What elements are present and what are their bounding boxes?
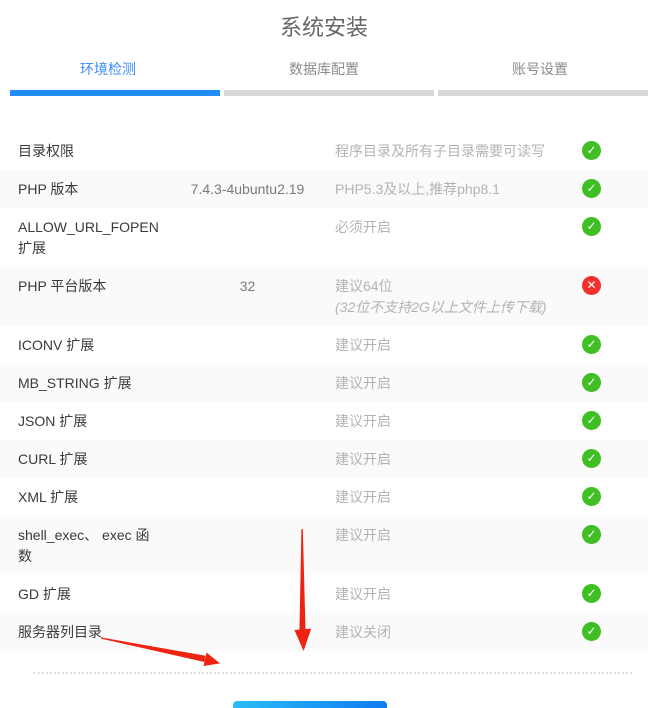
check-icon: ✓ [582, 449, 601, 468]
page-title: 系统安装 [0, 0, 648, 42]
check-requirement: 必须开启 [335, 208, 582, 246]
check-row: 目录权限 程序目录及所有子目录需要可读写 ✓ [0, 132, 648, 170]
check-current-value [160, 402, 335, 419]
check-current-value [160, 440, 335, 457]
footer-actions: 跳过 帮助 [0, 701, 648, 708]
check-icon: ✓ [582, 411, 601, 430]
check-status-cell: ✓ [582, 402, 648, 430]
check-requirement: 建议开启 [335, 575, 582, 613]
check-status-cell: ✓ [582, 516, 648, 544]
check-row: JSON 扩展 建议开启 ✓ [0, 402, 648, 440]
check-row: shell_exec、 exec 函数 建议开启 ✓ [0, 516, 648, 575]
step-tabs: 环境检测 数据库配置 账号设置 [0, 59, 648, 79]
progress-segment-3 [438, 90, 648, 96]
check-current-value [160, 208, 335, 225]
check-label: shell_exec、 exec 函数 [18, 516, 160, 575]
tab-database-config[interactable]: 数据库配置 [216, 59, 432, 79]
check-icon: ✓ [582, 141, 601, 160]
check-current-value [160, 478, 335, 495]
progress-segment-1 [10, 90, 220, 96]
check-icon: ✓ [582, 335, 601, 354]
check-icon: ✓ [582, 373, 601, 392]
check-icon: ✓ [582, 622, 601, 641]
check-requirement-text: 必须开启 [335, 217, 582, 238]
check-status-cell: ✓ [582, 440, 648, 468]
check-status-cell: ✓ [582, 132, 648, 160]
check-label: PHP 版本 [18, 170, 160, 208]
check-requirement-text: 建议开启 [335, 525, 582, 546]
check-icon: ✓ [582, 525, 601, 544]
check-row: CURL 扩展 建议开启 ✓ [0, 440, 648, 478]
check-requirement-text: 建议开启 [335, 487, 582, 508]
check-current-value [160, 516, 335, 533]
check-requirement: 程序目录及所有子目录需要可读写 [335, 132, 582, 170]
check-label: JSON 扩展 [18, 402, 160, 440]
check-requirement: PHP5.3及以上,推荐php8.1 [335, 170, 582, 208]
check-icon: ✓ [582, 217, 601, 236]
check-requirement: 建议开启 [335, 364, 582, 402]
check-status-cell: ✓ [582, 478, 648, 506]
check-requirement-text: 建议关闭 [335, 622, 582, 643]
check-requirement-text: 建议开启 [335, 373, 582, 394]
check-current-value [160, 613, 335, 630]
check-row: ALLOW_URL_FOPEN 扩展 必须开启 ✓ [0, 208, 648, 267]
check-status-cell: ✓ [582, 326, 648, 354]
check-status-cell: ✓ [582, 613, 648, 641]
check-requirement-text: 建议开启 [335, 584, 582, 605]
check-status-cell: ✓ [582, 208, 648, 236]
check-status-cell: ✕ [582, 267, 648, 295]
step-progress-bar [10, 90, 648, 96]
check-row: 服务器列目录 建议关闭 ✓ [0, 613, 648, 651]
check-label: ALLOW_URL_FOPEN 扩展 [18, 208, 160, 267]
check-icon: ✓ [582, 584, 601, 603]
progress-segment-2 [224, 90, 434, 96]
check-row: XML 扩展 建议开启 ✓ [0, 478, 648, 516]
check-requirement: 建议关闭 [335, 613, 582, 651]
check-table: 目录权限 程序目录及所有子目录需要可读写 ✓ PHP 版本 7.4.3-4ubu… [0, 132, 648, 651]
check-requirement: 建议开启 [335, 478, 582, 516]
skip-button[interactable]: 跳过 [233, 701, 387, 708]
check-icon: ✓ [582, 487, 601, 506]
check-row: GD 扩展 建议开启 ✓ [0, 575, 648, 613]
check-label: 服务器列目录 [18, 613, 160, 651]
check-status-cell: ✓ [582, 364, 648, 392]
check-label: 目录权限 [18, 132, 160, 170]
check-label: CURL 扩展 [18, 440, 160, 478]
cross-icon: ✕ [582, 276, 601, 295]
check-current-value [160, 326, 335, 343]
check-current-value [160, 132, 335, 149]
check-requirement: 建议开启 [335, 516, 582, 554]
check-row: ICONV 扩展 建议开启 ✓ [0, 326, 648, 364]
check-requirement-text: 建议开启 [335, 335, 582, 356]
check-status-cell: ✓ [582, 575, 648, 603]
check-requirement-note: (32位不支持2G以上文件上传下载) [335, 297, 582, 318]
check-current-value [160, 575, 335, 592]
check-icon: ✓ [582, 179, 601, 198]
check-label: ICONV 扩展 [18, 326, 160, 364]
check-requirement-text: 程序目录及所有子目录需要可读写 [335, 141, 582, 162]
check-requirement: 建议开启 [335, 402, 582, 440]
install-wizard-page: 系统安装 环境检测 数据库配置 账号设置 目录权限 程序目录及所有子目录需要可读… [0, 0, 648, 708]
check-requirement-text: 建议64位 [335, 276, 582, 297]
check-requirement: 建议64位 (32位不支持2G以上文件上传下载) [335, 267, 582, 326]
check-label: XML 扩展 [18, 478, 160, 516]
check-requirement-text: 建议开启 [335, 449, 582, 470]
check-label: GD 扩展 [18, 575, 160, 613]
check-current-value [160, 364, 335, 381]
check-requirement: 建议开启 [335, 440, 582, 478]
check-row: MB_STRING 扩展 建议开启 ✓ [0, 364, 648, 402]
check-requirement-text: PHP5.3及以上,推荐php8.1 [335, 179, 582, 200]
check-row: PHP 平台版本 32 建议64位 (32位不支持2G以上文件上传下载) ✕ [0, 267, 648, 326]
check-status-cell: ✓ [582, 170, 648, 198]
check-label: MB_STRING 扩展 [18, 364, 160, 402]
check-requirement-text: 建议开启 [335, 411, 582, 432]
tab-environment-check[interactable]: 环境检测 [0, 59, 216, 79]
footer-divider [33, 672, 632, 674]
check-current-value: 32 [160, 267, 335, 305]
check-row: PHP 版本 7.4.3-4ubuntu2.19 PHP5.3及以上,推荐php… [0, 170, 648, 208]
tab-account-settings[interactable]: 账号设置 [432, 59, 648, 79]
check-label: PHP 平台版本 [18, 267, 160, 305]
check-requirement: 建议开启 [335, 326, 582, 364]
check-current-value: 7.4.3-4ubuntu2.19 [160, 170, 335, 208]
